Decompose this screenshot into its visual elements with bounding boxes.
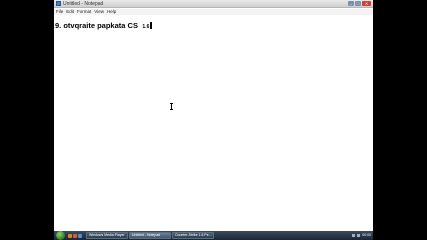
volume-icon[interactable] [352, 234, 356, 237]
title-bar[interactable]: Untitled - Notepad – □ ✕ [54, 0, 373, 8]
taskbar-tasks: Windows Media Player Untitled - Notepad … [86, 232, 214, 239]
taskbar: Windows Media Player Untitled - Notepad … [54, 231, 373, 240]
window-title: Untitled - Notepad [63, 1, 104, 7]
editor-text-main: 9. otvqraite papkata CS [55, 21, 138, 30]
quick-launch [68, 233, 82, 238]
close-button[interactable]: ✕ [362, 1, 371, 6]
quick-launch-folder-icon[interactable] [68, 233, 72, 238]
task-counter-strike[interactable]: Counter-Strike 1.6 Pe... [172, 232, 214, 239]
text-caret [150, 22, 153, 29]
maximize-button[interactable]: □ [355, 1, 361, 6]
notepad-window: Untitled - Notepad – □ ✕ File Edit Forma… [54, 0, 373, 240]
quick-launch-media-icon[interactable] [73, 233, 77, 238]
task-notepad[interactable]: Untitled - Notepad [129, 232, 171, 239]
notepad-icon [56, 1, 61, 6]
network-icon[interactable] [357, 234, 361, 237]
editor-text-small: 1.6 [142, 24, 150, 30]
text-editor[interactable]: 9. otvqraite papkata CS 1.6 [54, 15, 373, 231]
minimize-button[interactable]: – [348, 1, 354, 6]
clock[interactable]: 00:00 [362, 231, 371, 240]
quick-launch-browser-icon[interactable] [78, 233, 82, 238]
window-controls: – □ ✕ [348, 1, 371, 6]
ibeam-cursor-icon [170, 103, 173, 110]
system-tray: 00:00 [352, 231, 373, 240]
task-media-player[interactable]: Windows Media Player [86, 232, 128, 239]
start-button[interactable] [56, 231, 65, 240]
editor-line: 9. otvqraite papkata CS 1.6 [55, 15, 153, 33]
